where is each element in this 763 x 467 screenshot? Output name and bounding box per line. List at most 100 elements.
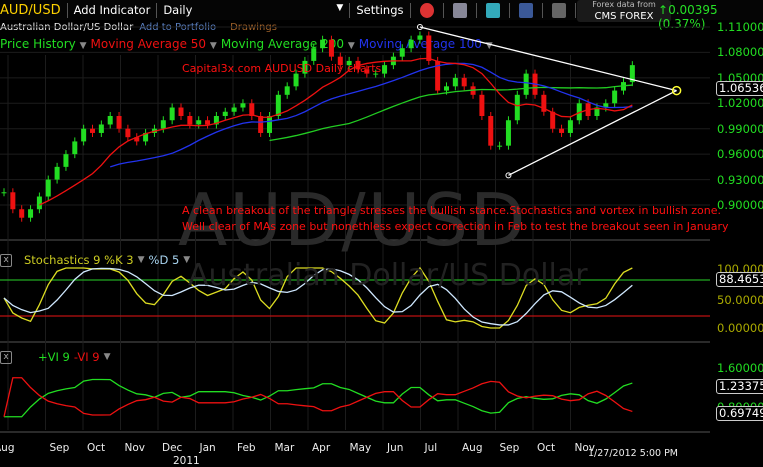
drawings-link[interactable]: Drawings xyxy=(230,22,277,33)
x-tick-label: Apr xyxy=(312,442,331,454)
x-tick-label: May xyxy=(349,442,372,454)
legend-ma50[interactable]: Moving Average 50 ▼ xyxy=(91,37,217,51)
candle xyxy=(187,116,193,125)
vi-minus-tag: 0.69749 xyxy=(716,406,763,421)
candle xyxy=(382,65,388,74)
y-tick-label: 0.93000 xyxy=(717,172,763,187)
candle xyxy=(576,103,582,121)
candle xyxy=(284,86,290,95)
candle xyxy=(213,116,219,125)
stoch-k-label[interactable]: Stochastics 9 %K 3 xyxy=(24,253,134,267)
candle xyxy=(293,73,299,87)
stoch-level-0: 0.00000 xyxy=(717,321,763,335)
watermark-small: Australian Dollar/US Dollar xyxy=(188,258,588,293)
x-tick-label: Mar xyxy=(274,442,295,454)
vortex-header: x +VI 9 -VI 9 ▼ xyxy=(0,350,111,364)
candle xyxy=(98,124,104,133)
add-portfolio-link[interactable]: Add to Portfolio xyxy=(139,22,216,33)
x-tick-label: Sep xyxy=(49,442,70,454)
candle xyxy=(107,116,113,125)
legend-price-history[interactable]: Price History ▼ xyxy=(0,37,87,51)
candle xyxy=(143,132,149,142)
x-tick-label: Aug xyxy=(0,442,15,454)
add-indicator-button[interactable]: Add Indicator xyxy=(74,3,151,17)
twitter-icon[interactable] xyxy=(485,2,500,18)
candle xyxy=(559,128,565,133)
instrument-name: Australian Dollar/US Dollar xyxy=(0,22,134,33)
x-tick-label: Sep xyxy=(499,442,520,454)
facebook-icon[interactable] xyxy=(518,2,533,18)
vortex-level-160: 1.60000 xyxy=(717,361,763,375)
candle xyxy=(160,120,166,129)
close-icon[interactable]: x xyxy=(0,350,12,364)
vi-plus-line xyxy=(4,378,633,418)
candle xyxy=(523,73,529,95)
candle xyxy=(90,128,95,133)
year-label: 2011 xyxy=(173,455,200,467)
interval-value: Daily xyxy=(163,3,193,17)
brand-line1: Forex data from xyxy=(592,0,656,9)
candle xyxy=(488,116,494,146)
x-tick-label: Oct xyxy=(537,442,556,454)
legend-ma100[interactable]: Moving Average 100 ▼ xyxy=(359,37,493,51)
settings-button[interactable]: Settings xyxy=(356,3,403,17)
brand-line2: CMS FOREX xyxy=(594,11,654,22)
candle xyxy=(54,166,60,180)
x-tick-label: Jan xyxy=(199,442,216,454)
candle xyxy=(231,107,237,112)
candle xyxy=(10,192,16,210)
last-price-tag: 1.06536 xyxy=(716,81,763,96)
candle xyxy=(81,128,87,142)
timestamp: 1/27/2012 5:00 PM xyxy=(588,448,679,459)
candle xyxy=(28,209,34,218)
legend: Price History ▼ Moving Average 50 ▼ Movi… xyxy=(0,37,493,51)
candle xyxy=(550,111,556,129)
candle xyxy=(19,209,25,218)
candle xyxy=(151,128,157,133)
candle xyxy=(169,107,175,121)
camera-icon[interactable] xyxy=(551,2,566,18)
candle xyxy=(36,196,42,210)
candle xyxy=(621,82,626,91)
annotation-title: Capital3x.com AUDUSD Daily charts xyxy=(182,62,382,75)
candle xyxy=(435,60,441,91)
candle xyxy=(612,90,618,104)
candle xyxy=(461,77,467,87)
vi-plus-tag: 1.23375 xyxy=(716,379,763,394)
triangle-apex-marker xyxy=(671,85,682,96)
alarm-icon[interactable] xyxy=(419,2,434,18)
candle xyxy=(514,94,520,121)
x-tick-label: Aug xyxy=(462,442,483,454)
cms-forex-logo[interactable]: Forex data from CMS FOREX xyxy=(577,0,671,22)
candle xyxy=(594,107,600,116)
candle xyxy=(222,111,228,116)
annotation-line1: A clean breakout of the triangle stresse… xyxy=(182,204,721,217)
vi-minus-label[interactable]: -VI 9 xyxy=(74,350,100,364)
subheader: Australian Dollar/US Dollar Add to Portf… xyxy=(0,22,277,33)
chevron-down-icon: ▼ xyxy=(336,3,344,13)
interval-select[interactable]: Daily ▼ xyxy=(163,3,343,17)
legend-ma200[interactable]: Moving Average 200 ▼ xyxy=(221,37,355,51)
candle xyxy=(505,120,511,146)
y-tick-label: 0.96000 xyxy=(717,147,763,162)
vi-minus-line xyxy=(3,377,633,417)
candle xyxy=(479,94,485,116)
stoch-d-label[interactable]: %D 5 xyxy=(149,253,180,267)
candle xyxy=(178,107,184,116)
close-icon[interactable]: x xyxy=(0,253,12,267)
vi-plus-label[interactable]: +VI 9 xyxy=(38,350,70,364)
candle xyxy=(63,154,69,167)
stoch-last-tag: 88.4653 xyxy=(716,272,763,287)
x-tick-label: Dec xyxy=(162,442,183,454)
candle xyxy=(258,116,264,133)
candle xyxy=(240,103,246,108)
symbol-label[interactable]: AUD/USD xyxy=(0,3,61,18)
candle xyxy=(267,116,272,133)
candle xyxy=(497,145,503,147)
y-tick-label: 1.08000 xyxy=(717,45,763,60)
annotation-line2: Well clear of MAs zone but nonethless ex… xyxy=(182,220,729,233)
x-tick-label: Jun xyxy=(387,442,404,454)
database-icon[interactable] xyxy=(452,2,467,18)
candle xyxy=(275,94,281,116)
candle xyxy=(567,120,573,133)
